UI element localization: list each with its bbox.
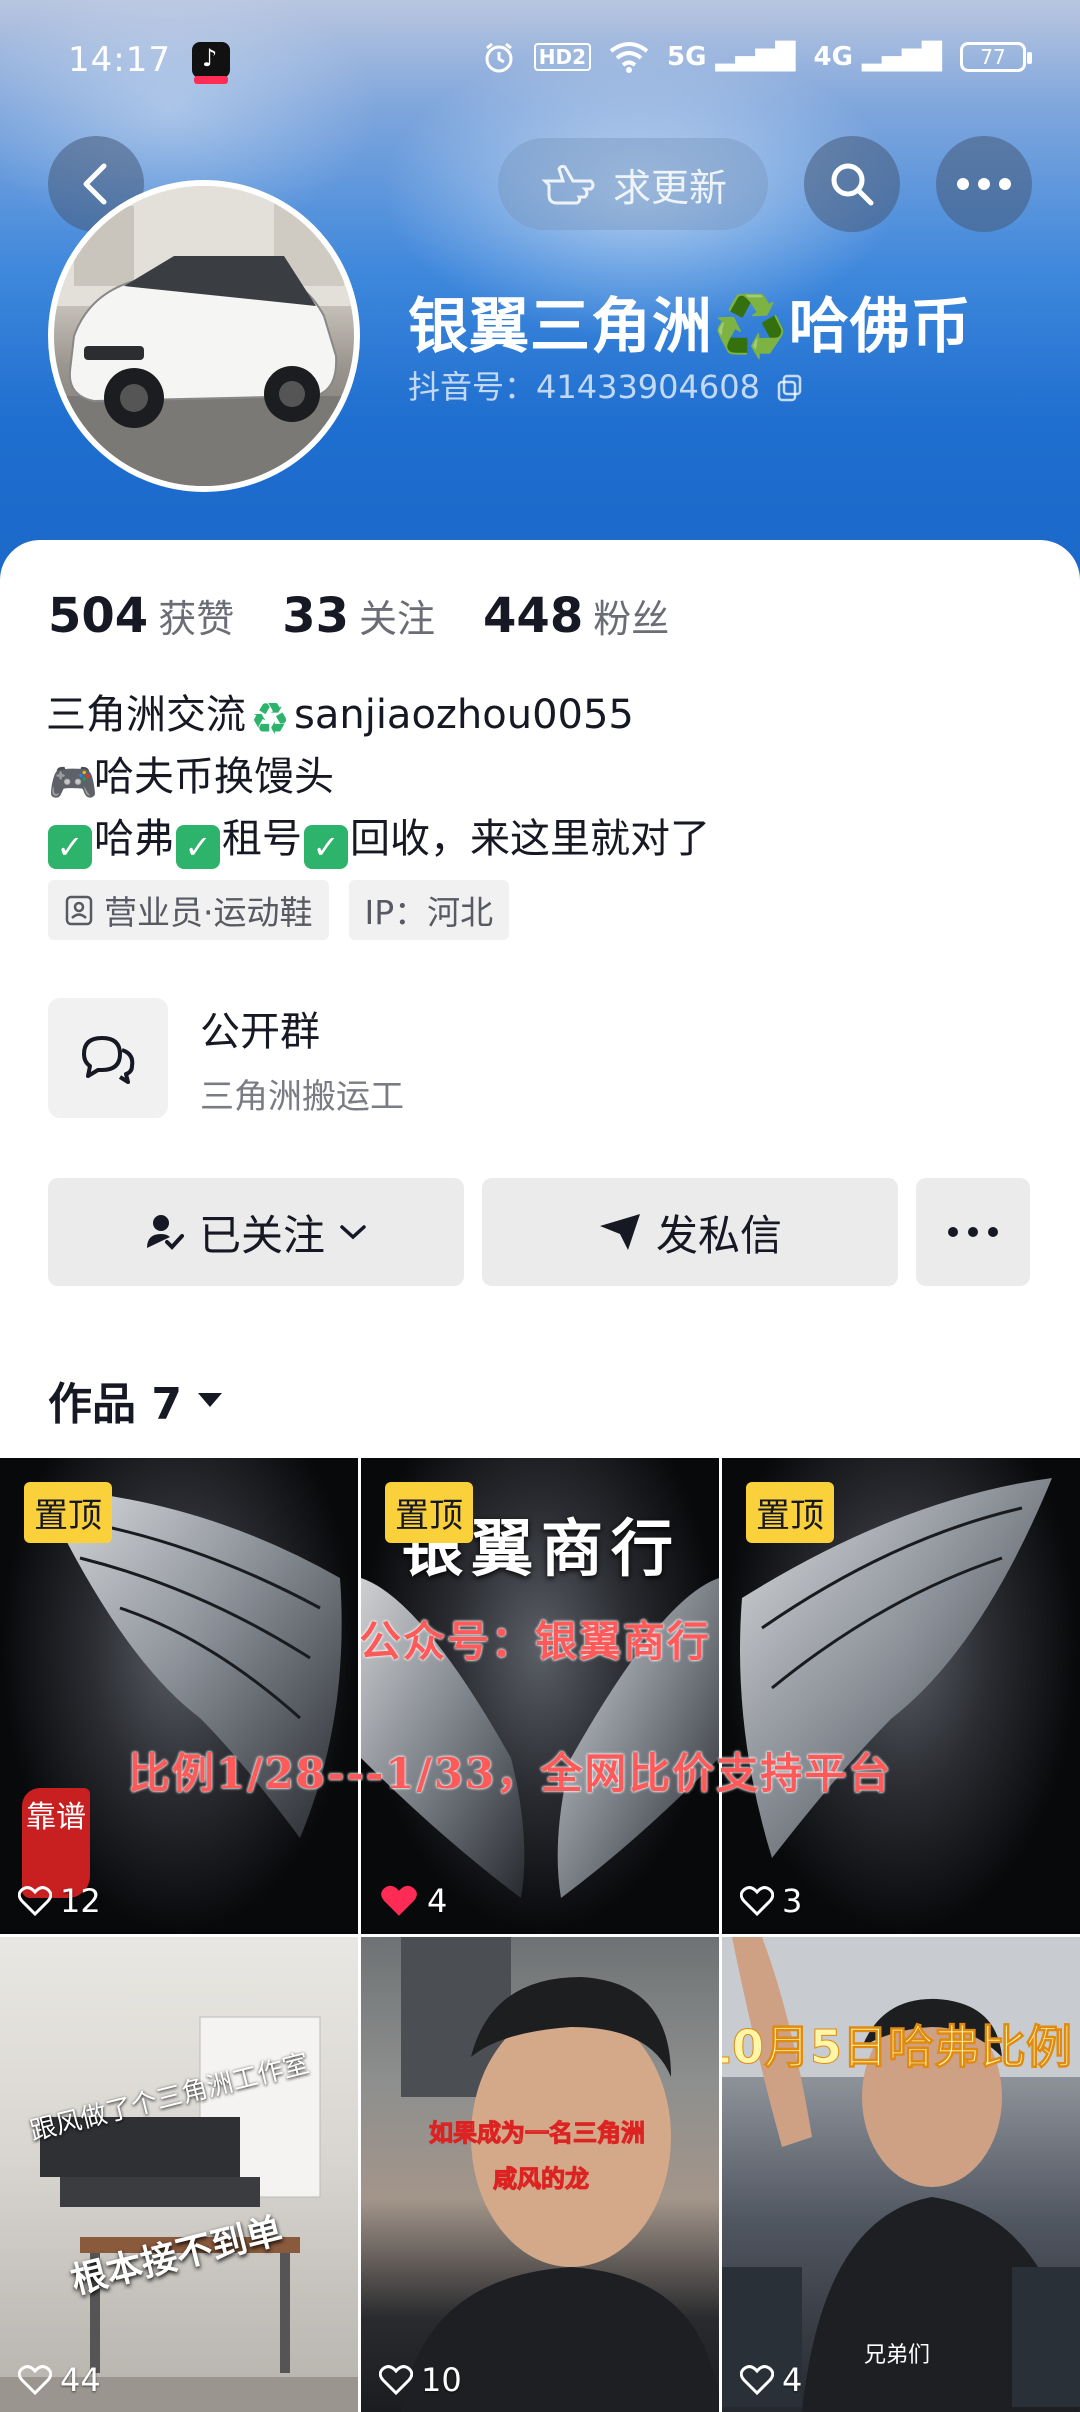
video-like-count: 4 [379,1882,447,1920]
chevron-down-icon [340,1225,366,1240]
pinned-badge: 置顶 [746,1482,834,1543]
stat-following-value: 33 [282,588,350,644]
video-grid: 置顶 靠谱 12 银翼商行 置顶 公众号：银翼商行 4 置顶 3 跟风做了个三角… [0,1458,1080,2412]
video-tile[interactable]: 银翼商行 置顶 公众号：银翼商行 4 [361,1458,719,1934]
status-time: 14:17 [68,40,171,80]
video-overlay-text: 如果成为一名三角洲 [429,2119,646,2148]
office-scene [0,2016,358,2412]
bio-line-3: ✓ 哈弗 ✓ 租号 ✓ 回收，来这里就对了 [46,808,710,870]
group-chat-icon-box [48,998,168,1118]
pinned-badge: 置顶 [385,1482,473,1543]
stat-followers[interactable]: 448 粉丝 [483,588,669,644]
bio-line-2: 🎮哈夫币换馒头 [48,754,334,806]
status-indicators: HD2 5G ▂▄▆█ 4G ▂▄▆█ 77 [482,40,1032,74]
video-overlay-text: 咸风的龙 [493,2165,590,2194]
video-overlay-text: 兄弟们 [864,2343,931,2368]
video-like-count: 10 [379,2361,462,2399]
occupation-tag[interactable]: 营业员·运动鞋 [48,880,329,940]
heart-outline-icon [379,2365,413,2395]
send-message-label: 发私信 [655,1210,782,1260]
following-button[interactable]: 已关注 [48,1178,464,1286]
heart-outline-icon [18,1886,52,1916]
more-options-button[interactable] [936,136,1032,232]
video-tile[interactable]: 置顶 3 [722,1458,1080,1934]
video-overlay-text: 公众号：银翼商行 [361,1617,712,1666]
group-subtitle: 三角洲搬运工 [200,1076,404,1117]
request-update-button[interactable]: 求更新 [498,138,768,230]
video-tile[interactable]: 如果成为一名三角洲 咸风的龙 10 [361,1937,719,2412]
profile-tags: 营业员·运动鞋 IP：河北 [48,880,510,940]
video-like-count: 12 [18,1882,101,1920]
stat-likes[interactable]: 504 获赞 [48,588,234,644]
check-emoji-icon: ✓ [176,825,220,869]
chat-bubbles-icon [82,1036,135,1084]
username: 银翼三角洲♻️哈佛币 [408,292,972,362]
copy-icon[interactable] [776,374,804,402]
video-tile[interactable]: 置顶 靠谱 12 [0,1458,358,1934]
search-button[interactable] [804,136,900,232]
stat-likes-label: 获赞 [158,597,235,641]
video-overlay-text: 比例1/28---1/33，全网比价支持平台 [128,1749,893,1798]
search-icon [831,163,874,206]
hand-pointer-icon [541,164,595,205]
heart-outline-icon [740,1886,774,1916]
gamepad-emoji-icon: 🎮 [48,760,98,806]
stat-likes-value: 504 [48,588,149,644]
stat-followers-label: 粉丝 [593,597,670,641]
network-4g-indicator: 4G ▂▄▆█ [813,42,942,72]
heart-outline-icon [740,2365,774,2395]
send-message-button[interactable]: 发私信 [482,1178,898,1286]
hd-indicator: HD2 [533,43,592,71]
douyin-id[interactable]: 抖音号：41433904608 [408,362,804,408]
works-tab[interactable]: 作品 7 [48,1368,224,1432]
stat-following-label: 关注 [359,597,436,641]
video-like-count: 44 [18,2361,101,2399]
wifi-icon [609,42,649,73]
douyin-id-text: 抖音号：41433904608 [408,368,760,406]
group-text: 公开群 三角洲搬运工 [200,999,404,1118]
avatar-car-image [54,186,354,486]
user-check-icon [146,1215,184,1250]
profile-actions: 已关注 发私信 [48,1178,1030,1286]
video-like-count: 4 [740,2361,802,2399]
heart-outline-icon [18,2365,52,2395]
check-emoji-icon: ✓ [304,825,348,869]
video-overlay-text: 10月5日哈弗比例 [722,2020,1073,2075]
stat-followers-value: 448 [483,588,584,644]
ip-location-label: IP：河北 [364,893,494,932]
group-title: 公开群 [200,1008,320,1055]
video-tile[interactable]: 10月5日哈弗比例 兄弟们 4 [722,1937,1080,2412]
ip-location-tag: IP：河北 [348,880,510,940]
more-dots-icon [948,1227,998,1237]
video-tile[interactable]: 跟风做了个三角洲工作室 根本接不到单 44 [0,1937,358,2412]
more-actions-button[interactable] [916,1178,1030,1286]
back-arrow-icon [83,163,107,205]
profile-stats: 504 获赞 33 关注 448 粉丝 [48,588,669,644]
caret-down-icon [197,1393,222,1407]
more-dots-icon [957,178,1011,190]
network-5g-indicator: 5G ▂▄▆█ [667,42,796,72]
occupation-tag-label: 营业员·运动鞋 [104,893,313,932]
send-paper-plane-icon [599,1214,640,1250]
heart-filled-icon [381,1885,417,1916]
stat-following[interactable]: 33 关注 [282,588,435,644]
pinned-badge: 置顶 [24,1482,112,1543]
battery-indicator: 77 [960,42,1032,72]
alarm-icon [485,42,513,73]
recycle-emoji-icon: ♻ [250,694,290,745]
id-badge-icon [65,895,93,926]
works-label: 作品 7 [48,1379,182,1430]
profile-bio: 三角洲交流♻ sanjiaozhou0055 🎮哈夫币换馒头 ✓ 哈弗 ✓ 租号 ✓ 回收，… [46,684,710,870]
video-like-count: 3 [740,1882,802,1920]
avatar[interactable] [48,180,360,492]
status-bar: 14:17 HD2 5G ▂▄▆█ 4G ▂▄▆█ 77 [0,0,1080,120]
request-update-label: 求更新 [612,165,727,210]
public-group-entry[interactable]: 公开群 三角洲搬运工 [48,998,1032,1118]
check-emoji-icon: ✓ [48,825,92,869]
bio-line-1: 三角洲交流♻ sanjiaozhou0055 [46,692,634,745]
douyin-notification-icon [192,42,230,84]
following-label: 已关注 [198,1210,325,1260]
